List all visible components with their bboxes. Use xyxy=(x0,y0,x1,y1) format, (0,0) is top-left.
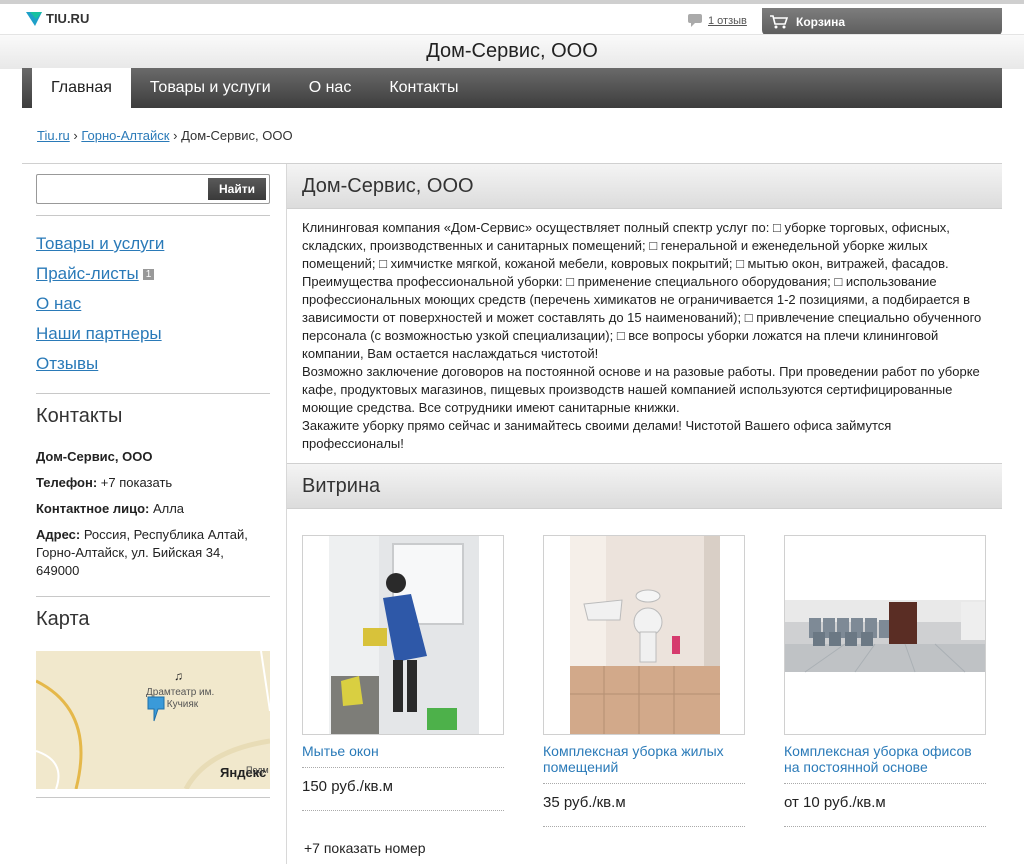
logo-text: TIU.RU xyxy=(46,10,90,26)
sidebar-item-partners[interactable]: Наши партнеры xyxy=(36,324,164,345)
breadcrumb-separator: › xyxy=(173,128,178,143)
address-label: Адрес: xyxy=(36,527,81,542)
phone-label: Телефон: xyxy=(36,475,98,490)
divider xyxy=(36,215,270,216)
product-price: 35 руб./кв.м xyxy=(543,794,626,811)
product-card[interactable]: Комплексная уборка жилых помещений 35 ру… xyxy=(543,535,745,827)
sidebar-menu: Товары и услуги Прайс-листы 1 О нас Наши … xyxy=(36,234,164,384)
divider xyxy=(543,783,745,784)
contact-person-label: Контактное лицо: xyxy=(36,501,150,516)
search-input[interactable] xyxy=(39,177,207,203)
product-card[interactable]: Мытье окон 150 руб./кв.м xyxy=(302,535,504,811)
contact-person-value: Алла xyxy=(152,501,185,516)
nav-item-about[interactable]: О нас xyxy=(290,68,371,108)
site-header: Дом-Сервис, ООО xyxy=(0,34,1024,69)
nav-item-products[interactable]: Товары и услуги xyxy=(131,68,290,108)
show-phone-link[interactable]: +7 показать номер xyxy=(304,840,426,856)
breadcrumb-current: Дом-Сервис, ООО xyxy=(181,128,293,143)
product-image-residential-cleaning[interactable] xyxy=(543,535,745,735)
search-box: Найти xyxy=(36,174,270,204)
product-image-office-cleaning[interactable] xyxy=(784,535,986,735)
reviews-link[interactable]: 1 отзыв xyxy=(708,15,747,27)
top-bar: TIU.RU 1 отзыв Корзина xyxy=(0,0,1024,36)
description-paragraph: Клининговая компания «Дом-Сервис» осущес… xyxy=(302,220,950,271)
contacts-heading: Контакты xyxy=(36,405,123,427)
company-name: Дом-Сервис, ООО xyxy=(36,449,153,464)
product-title[interactable]: Комплексная уборка жилых помещений xyxy=(543,743,745,775)
sidebar-item-products[interactable]: Товары и услуги xyxy=(36,234,164,255)
breadcrumb: Tiu.ru › Горно-Алтайск › Дом-Сервис, ООО xyxy=(37,128,293,143)
pricelists-count-badge: 1 xyxy=(142,269,155,281)
map-heading: Карта xyxy=(36,608,90,630)
description-paragraph: Закажите уборку прямо сейчас и занимайте… xyxy=(302,418,892,451)
divider xyxy=(543,826,745,827)
map-widget[interactable]: ♫ Драмтеатр им. П. Кучияк Яндекс Подм xyxy=(36,651,270,789)
sidebar-item-reviews[interactable]: Отзывы xyxy=(36,354,164,375)
breadcrumb-separator: › xyxy=(73,128,78,143)
product-card[interactable]: Комплексная уборка офисов на постоянной … xyxy=(784,535,986,827)
speech-bubble-icon xyxy=(688,14,702,27)
reviews-link-group[interactable]: 1 отзыв xyxy=(688,14,747,27)
main-content: Дом-Сервис, ООО Клининговая компания «До… xyxy=(287,164,1002,509)
music-note-icon: ♫ xyxy=(174,669,183,683)
divider xyxy=(36,596,270,597)
divider xyxy=(36,797,270,798)
divider xyxy=(784,826,986,827)
about-heading: Дом-Сервис, ООО xyxy=(287,164,1002,209)
nav-item-home[interactable]: Главная xyxy=(32,68,131,108)
description-paragraph: Преимущества профессиональной уборки: □ … xyxy=(302,274,982,361)
sidebar-item-about[interactable]: О нас xyxy=(36,294,164,315)
sidebar-item-pricelists-wrap: Прайс-листы 1 xyxy=(36,264,164,285)
product-title[interactable]: Мытье окон xyxy=(302,743,504,759)
breadcrumb-city[interactable]: Горно-Алтайск xyxy=(81,128,169,143)
tiu-logo-icon xyxy=(26,12,42,26)
cart-button[interactable]: Корзина xyxy=(762,8,1002,36)
cart-icon xyxy=(770,15,788,29)
divider xyxy=(302,810,504,811)
site-logo[interactable]: TIU.RU xyxy=(26,10,89,26)
map-corner-label: Подм xyxy=(246,765,269,775)
contacts-block: Дом-Сервис, ООО Телефон: +7 показать Кон… xyxy=(36,448,266,588)
main-nav: Главная Товары и услуги О нас Контакты xyxy=(22,68,1002,108)
search-button[interactable]: Найти xyxy=(208,178,266,200)
sidebar: Найти Товары и услуги Прайс-листы 1 О нас… xyxy=(22,164,287,864)
map-pin-icon[interactable] xyxy=(146,695,166,723)
divider xyxy=(36,393,270,394)
product-image-window-cleaning[interactable] xyxy=(302,535,504,735)
divider xyxy=(784,783,986,784)
phone-value[interactable]: +7 показать xyxy=(101,475,172,490)
sidebar-item-pricelists[interactable]: Прайс-листы xyxy=(36,264,139,283)
showcase-heading: Витрина xyxy=(287,464,1002,509)
company-description: Клининговая компания «Дом-Сервис» осущес… xyxy=(287,209,1002,463)
breadcrumb-tiu[interactable]: Tiu.ru xyxy=(37,128,70,143)
divider xyxy=(302,767,504,768)
product-price: от 10 руб./кв.м xyxy=(784,794,886,811)
product-title[interactable]: Комплексная уборка офисов на постоянной … xyxy=(784,743,986,775)
nav-item-contacts[interactable]: Контакты xyxy=(370,68,477,108)
cart-label: Корзина xyxy=(796,15,846,29)
product-price: 150 руб./кв.м xyxy=(302,778,393,795)
description-paragraph: Возможно заключение договоров на постоян… xyxy=(302,364,980,415)
company-title: Дом-Сервис, ООО xyxy=(426,40,598,62)
